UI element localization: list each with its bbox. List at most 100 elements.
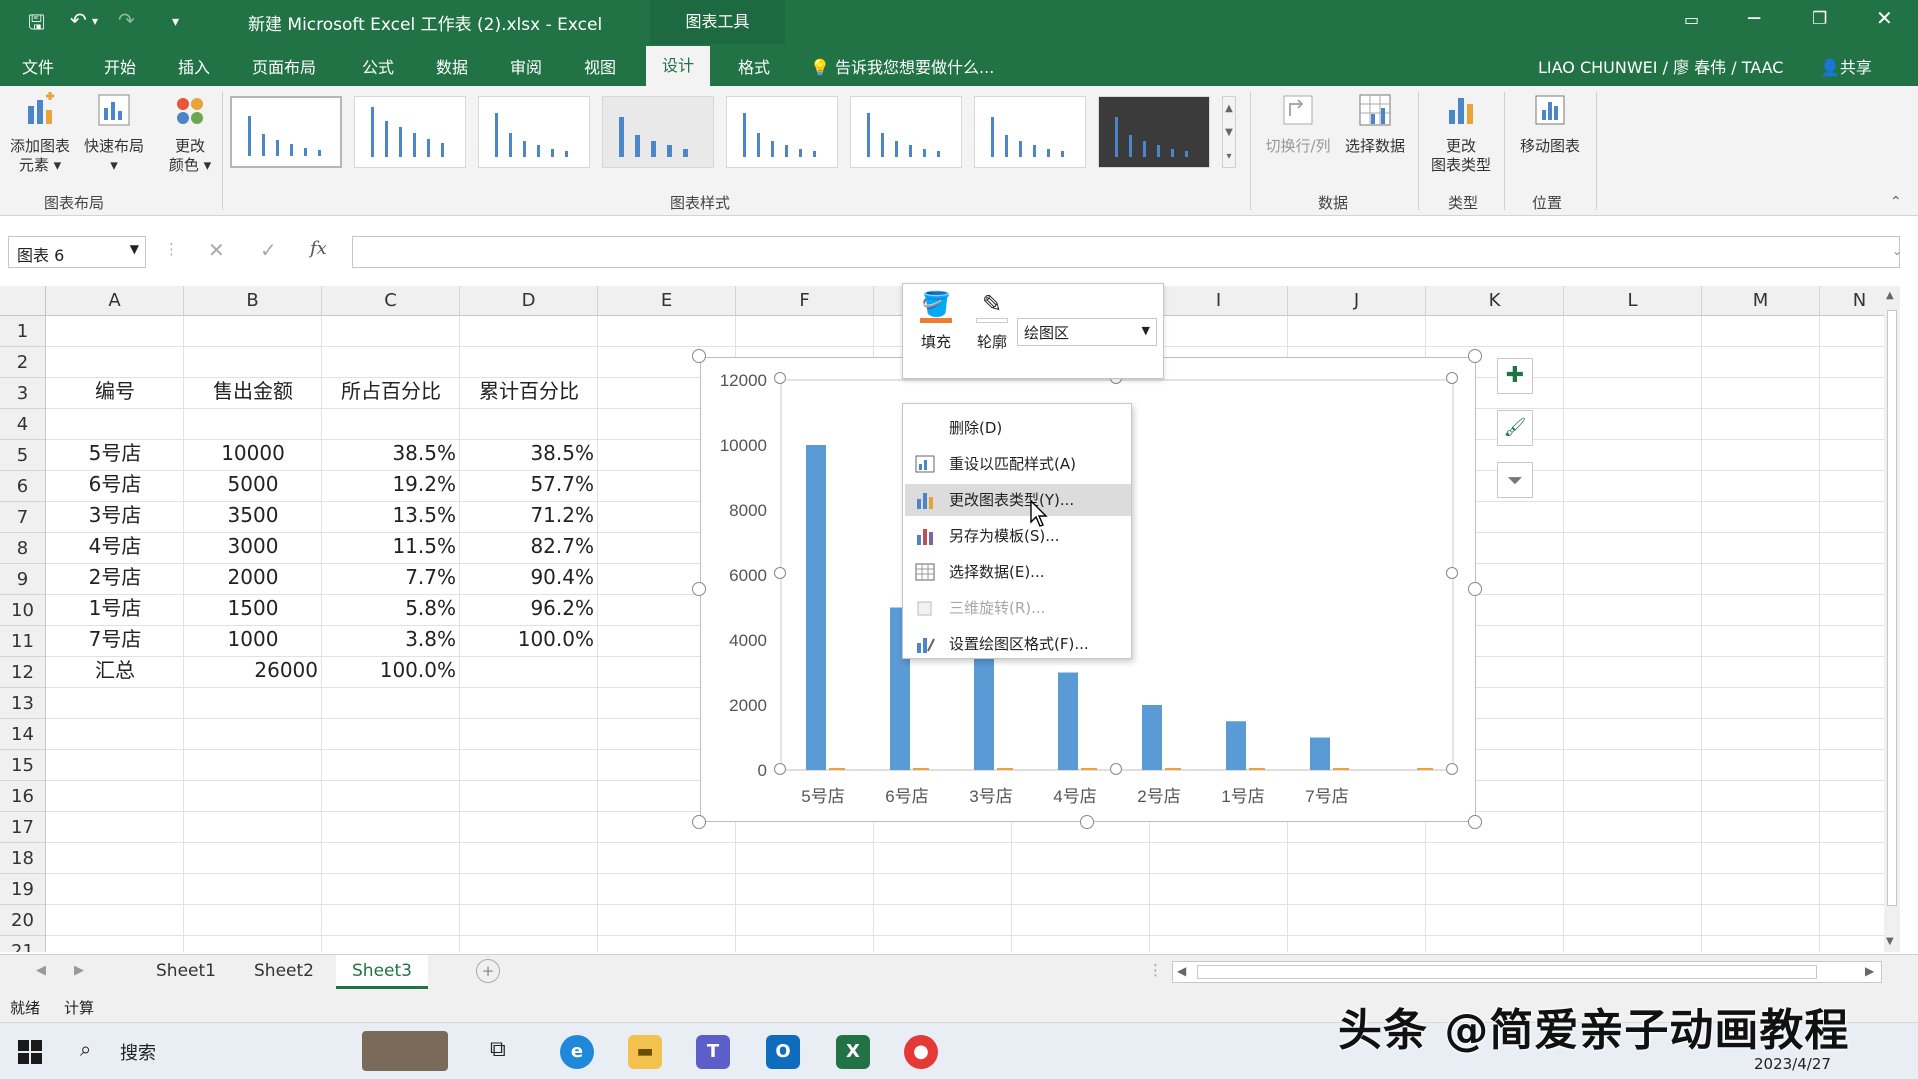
chart-resize-handle[interactable] xyxy=(1468,582,1482,596)
chart-style-8[interactable] xyxy=(1098,96,1210,168)
cancel-icon[interactable]: ✕ xyxy=(208,238,225,262)
insert-function-icon[interactable]: fx xyxy=(310,238,327,259)
switch-row-column-button[interactable]: 切换行/列 xyxy=(1258,92,1338,156)
sheet-tab-3[interactable]: Sheet3 xyxy=(336,955,428,989)
chart-style-7[interactable] xyxy=(974,96,1086,168)
teams-icon[interactable]: T xyxy=(696,1035,730,1069)
row-header-18[interactable]: 18 xyxy=(0,843,46,874)
header-cell-percent[interactable]: 所占百分比 xyxy=(322,376,460,407)
plot-area-handle[interactable] xyxy=(1446,372,1458,384)
tab-data[interactable]: 数据 xyxy=(436,54,468,78)
header-cell-sales[interactable]: 售出金额 xyxy=(184,376,322,407)
chart-resize-handle[interactable] xyxy=(692,815,706,829)
outline-button[interactable]: ✎ 轮廓 xyxy=(969,290,1015,352)
table-cell[interactable]: 13.5% xyxy=(322,500,456,531)
share-button[interactable]: 👤共享 xyxy=(1820,54,1872,78)
x-tick-label[interactable]: 1号店 xyxy=(1221,787,1264,806)
x-tick-label[interactable]: 7号店 xyxy=(1305,787,1348,806)
table-cell[interactable]: 6号店 xyxy=(46,469,184,500)
add-sheet-icon[interactable]: + xyxy=(476,959,500,983)
chart-resize-handle[interactable] xyxy=(1080,815,1094,829)
plot-area-handle[interactable] xyxy=(1446,567,1458,579)
table-cell[interactable]: 5号店 xyxy=(46,438,184,469)
table-cell[interactable]: 1500 xyxy=(184,593,322,624)
x-tick-label[interactable]: 3号店 xyxy=(969,787,1012,806)
menu-item-change-chart-type[interactable]: 更改图表类型(Y)... xyxy=(905,484,1131,516)
column-header-M[interactable]: M xyxy=(1702,286,1820,316)
column-header-F[interactable]: F xyxy=(736,286,874,316)
table-cell[interactable]: 5.8% xyxy=(322,593,456,624)
plot-area-handle[interactable] xyxy=(774,763,786,775)
table-cell[interactable]: 3.8% xyxy=(322,624,456,655)
table-cell[interactable]: 1号店 xyxy=(46,593,184,624)
user-account[interactable]: LIAO CHUNWEI / 廖 春伟 / TAAC xyxy=(1538,54,1783,78)
chart-resize-handle[interactable] xyxy=(692,582,706,596)
tab-file[interactable]: 文件 xyxy=(22,54,54,78)
chart-style-2[interactable] xyxy=(354,96,466,168)
row-header-10[interactable]: 10 xyxy=(0,595,46,626)
row-header-6[interactable]: 6 xyxy=(0,471,46,502)
scroll-left-icon[interactable]: ◀ xyxy=(1177,964,1186,978)
tab-insert[interactable]: 插入 xyxy=(178,54,210,78)
menu-item-3d-rotation[interactable]: 三维旋转(R)... xyxy=(905,592,1131,624)
table-cell[interactable]: 96.2% xyxy=(460,593,594,624)
chart-style-4[interactable] xyxy=(602,96,714,168)
total-label-cell[interactable]: 汇总 xyxy=(46,655,184,686)
ribbon-display-options-icon[interactable]: ▭ xyxy=(1684,10,1699,29)
sheet-tab-1[interactable]: Sheet1 xyxy=(140,955,232,989)
save-icon[interactable]: 🖫 xyxy=(28,8,45,42)
row-header-20[interactable]: 20 xyxy=(0,905,46,936)
tab-split-handle[interactable]: ⋮ xyxy=(1148,961,1163,979)
chart-resize-handle[interactable] xyxy=(1468,815,1482,829)
move-chart-button[interactable]: 移动图表 xyxy=(1510,92,1590,156)
table-cell[interactable]: 11.5% xyxy=(322,531,456,562)
chart-elements-button[interactable]: ✚ xyxy=(1497,358,1533,394)
next-sheet-icon[interactable]: ▶ xyxy=(74,963,84,978)
y-tick-label[interactable]: 8000 xyxy=(729,501,767,520)
x-tick-label[interactable]: 4号店 xyxy=(1053,787,1096,806)
row-header-14[interactable]: 14 xyxy=(0,719,46,750)
scroll-right-icon[interactable]: ▶ xyxy=(1865,964,1874,978)
file-explorer-icon[interactable]: ▬ xyxy=(628,1035,662,1069)
table-cell[interactable]: 2000 xyxy=(184,562,322,593)
y-tick-label[interactable]: 0 xyxy=(758,761,767,780)
table-cell[interactable]: 100.0% xyxy=(460,624,594,655)
windows-start-icon[interactable] xyxy=(18,1040,42,1064)
task-view-icon[interactable]: ⧉ xyxy=(490,1037,506,1062)
chart-bar[interactable] xyxy=(1226,721,1246,770)
tab-page-layout[interactable]: 页面布局 xyxy=(252,54,316,78)
chart-bar[interactable] xyxy=(1058,672,1078,771)
header-cell-id[interactable]: 编号 xyxy=(46,376,184,407)
table-cell[interactable]: 7号店 xyxy=(46,624,184,655)
search-highlight-image[interactable] xyxy=(362,1031,448,1071)
table-cell[interactable]: 82.7% xyxy=(460,531,594,562)
row-header-3[interactable]: 3 xyxy=(0,378,46,409)
chart-style-6[interactable] xyxy=(850,96,962,168)
horizontal-scroll-thumb[interactable] xyxy=(1197,965,1817,979)
x-tick-label[interactable]: 5号店 xyxy=(801,787,844,806)
table-cell[interactable]: 19.2% xyxy=(322,469,456,500)
menu-item-save-as-template[interactable]: 另存为模板(S)... xyxy=(905,520,1131,552)
table-cell[interactable]: 3号店 xyxy=(46,500,184,531)
row-header-12[interactable]: 12 xyxy=(0,657,46,688)
row-header-5[interactable]: 5 xyxy=(0,440,46,471)
row-header-21[interactable]: 21 xyxy=(0,936,46,952)
column-header-D[interactable]: D xyxy=(460,286,598,316)
plot-area-handle[interactable] xyxy=(774,372,786,384)
table-cell[interactable]: 71.2% xyxy=(460,500,594,531)
tab-design[interactable]: 设计 xyxy=(646,46,711,86)
row-header-9[interactable]: 9 xyxy=(0,564,46,595)
chart-bar[interactable] xyxy=(974,656,994,770)
table-cell[interactable]: 1000 xyxy=(184,624,322,655)
chart-bar[interactable] xyxy=(806,445,826,770)
y-tick-label[interactable]: 10000 xyxy=(720,436,767,455)
add-chart-element-button[interactable]: 添加图表 元素 ▾ xyxy=(4,92,76,175)
chart-style-3[interactable] xyxy=(478,96,590,168)
collapse-ribbon-icon[interactable]: ⌃ xyxy=(1890,194,1902,210)
chart-style-1[interactable] xyxy=(230,96,342,168)
chart-resize-handle[interactable] xyxy=(692,349,706,363)
column-header-I[interactable]: I xyxy=(1150,286,1288,316)
undo-dropdown-icon[interactable]: ▾ xyxy=(92,14,98,28)
chart-style-5[interactable] xyxy=(726,96,838,168)
menu-item-select-data[interactable]: 选择数据(E)... xyxy=(905,556,1131,588)
